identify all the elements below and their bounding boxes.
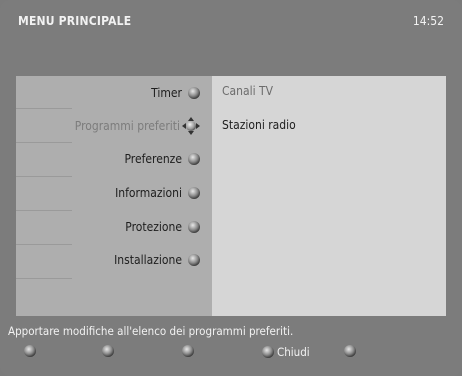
menu-item-label: Installazione (114, 253, 182, 267)
blue-button-icon (262, 346, 274, 358)
menu-separator (16, 142, 72, 143)
green-button[interactable] (102, 345, 117, 357)
option-button-icon (344, 345, 356, 357)
menu-item-programmi-preferiti[interactable]: Programmi preferiti (75, 116, 200, 136)
menu-item-informazioni[interactable]: Informazioni (115, 183, 200, 203)
menu-item-preferenze[interactable]: Preferenze (124, 149, 200, 169)
yellow-button-icon (182, 345, 194, 357)
menu-item-label: Preferenze (124, 152, 182, 166)
page-title: MENU PRINCIPALE (18, 14, 132, 28)
help-text: Apportare modifiche all'elenco dei progr… (8, 324, 294, 338)
menu-separator (16, 244, 72, 245)
yellow-button[interactable] (182, 345, 197, 357)
close-button-label: Chiudi (277, 345, 310, 359)
red-button[interactable] (24, 345, 39, 357)
submenu-item-stazioni-radio[interactable]: Stazioni radio (222, 118, 296, 132)
menu-item-timer[interactable]: Timer (151, 83, 200, 103)
option-button[interactable] (344, 345, 359, 357)
menu-separator (16, 108, 72, 109)
submenu-panel: Canali TV Stazioni radio (212, 76, 446, 316)
menu-separator (16, 278, 72, 279)
round-button-icon (188, 254, 200, 266)
menu-item-label: Informazioni (115, 186, 182, 200)
submenu-item-canali-tv[interactable]: Canali TV (222, 84, 273, 98)
menu-item-label: Protezione (125, 220, 182, 234)
round-button-icon (188, 87, 200, 99)
menu-separator (16, 176, 72, 177)
green-button-icon (102, 345, 114, 357)
menu-separator (16, 210, 72, 211)
tv-menu-screen: MENU PRINCIPALE 14:52 Timer Programmi pr… (0, 0, 462, 376)
round-button-icon (188, 187, 200, 199)
menu-item-protezione[interactable]: Protezione (125, 217, 200, 237)
navigation-cross-icon (182, 117, 200, 135)
menu-item-label: Timer (151, 86, 182, 100)
menu-item-installazione[interactable]: Installazione (114, 250, 200, 270)
round-button-icon (188, 221, 200, 233)
clock: 14:52 (412, 14, 444, 28)
round-button-icon (188, 153, 200, 165)
close-button[interactable]: Chiudi (262, 345, 310, 359)
main-menu-panel: Timer Programmi preferiti Preferenze Inf… (16, 76, 212, 316)
menu-item-label: Programmi preferiti (74, 119, 180, 133)
red-button-icon (24, 345, 36, 357)
